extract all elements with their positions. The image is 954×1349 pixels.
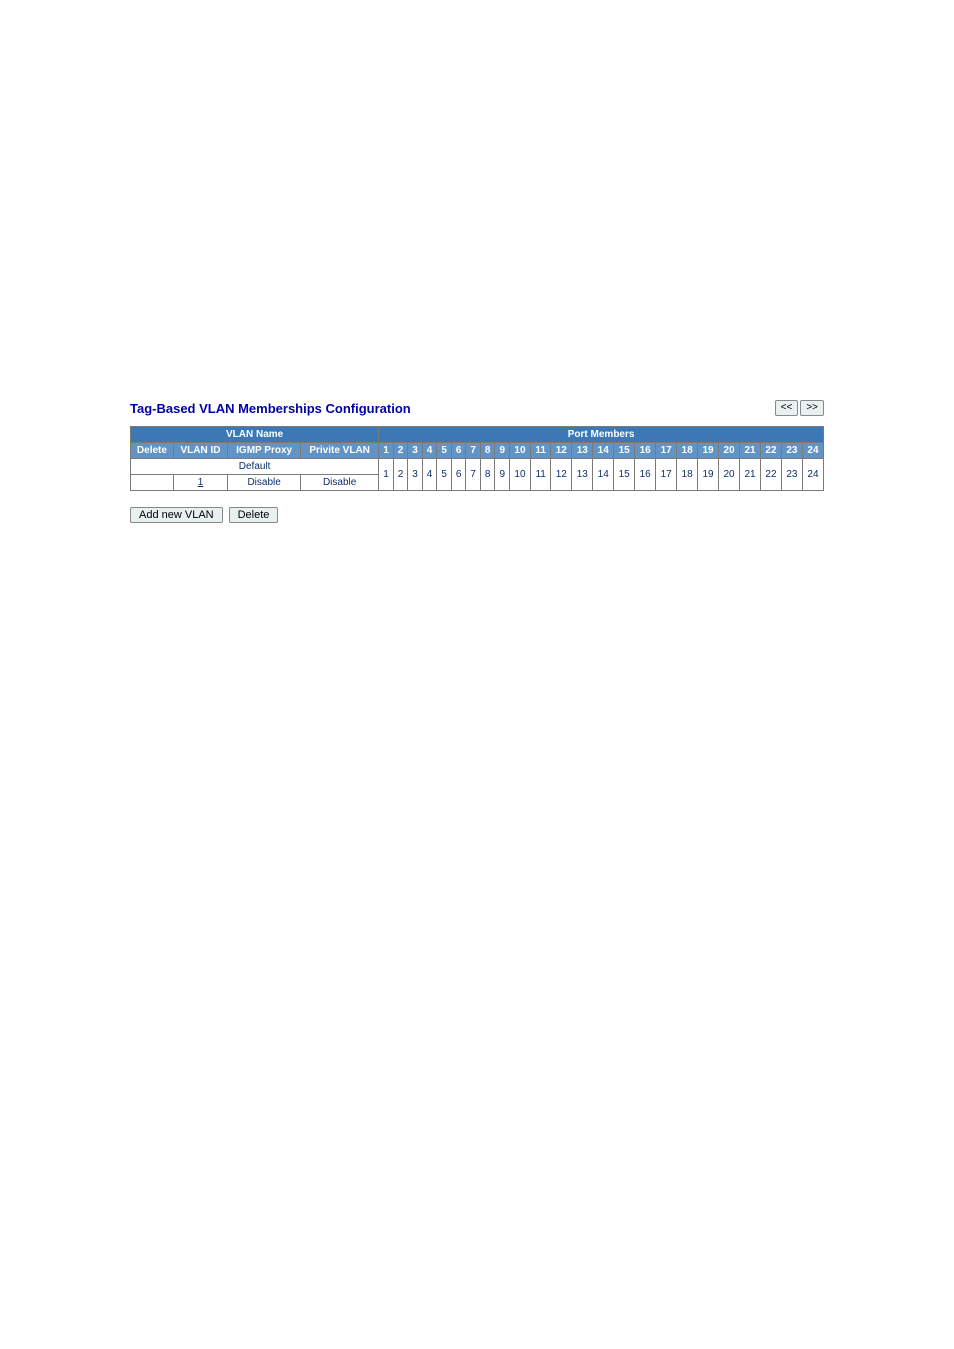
igmp-proxy-cell: Disable — [228, 475, 301, 491]
bottom-button-group: Add new VLAN Delete — [130, 507, 824, 523]
port-header-18: 18 — [677, 443, 698, 459]
add-new-vlan-button[interactable]: Add new VLAN — [130, 507, 223, 523]
port-member-3: 3 — [408, 459, 423, 491]
port-member-21: 21 — [740, 459, 761, 491]
port-header-22: 22 — [760, 443, 781, 459]
port-member-12: 12 — [551, 459, 572, 491]
vlan-name-cell: Default — [131, 459, 379, 475]
port-member-18: 18 — [677, 459, 698, 491]
port-member-14: 14 — [593, 459, 614, 491]
port-member-23: 23 — [781, 459, 802, 491]
port-member-15: 15 — [614, 459, 635, 491]
port-header-17: 17 — [656, 443, 677, 459]
port-header-1: 1 — [379, 443, 394, 459]
port-member-24: 24 — [802, 459, 823, 491]
port-header-4: 4 — [422, 443, 437, 459]
port-header-14: 14 — [593, 443, 614, 459]
port-member-10: 10 — [510, 459, 531, 491]
vlan-id-link[interactable]: 1 — [198, 477, 204, 488]
port-header-7: 7 — [466, 443, 481, 459]
port-header-13: 13 — [572, 443, 593, 459]
port-header-20: 20 — [719, 443, 740, 459]
port-header-6: 6 — [451, 443, 466, 459]
port-member-19: 19 — [698, 459, 719, 491]
header-vlan-name-group: VLAN Name — [131, 427, 379, 443]
header-port-members-group: Port Members — [379, 427, 824, 443]
port-header-21: 21 — [740, 443, 761, 459]
delete-cell[interactable] — [131, 475, 174, 491]
page-title: Tag-Based VLAN Memberships Configuration — [130, 401, 411, 416]
vlan-table: VLAN Name Port Members Delete VLAN ID IG… — [130, 426, 824, 491]
port-header-16: 16 — [635, 443, 656, 459]
nav-button-group: << >> — [775, 400, 824, 416]
port-member-16: 16 — [635, 459, 656, 491]
port-member-6: 6 — [451, 459, 466, 491]
port-header-2: 2 — [393, 443, 408, 459]
port-member-8: 8 — [480, 459, 495, 491]
port-member-11: 11 — [530, 459, 550, 491]
port-member-7: 7 — [466, 459, 481, 491]
private-vlan-cell: Disable — [301, 475, 379, 491]
delete-button[interactable]: Delete — [229, 507, 279, 523]
header-igmp-proxy: IGMP Proxy — [228, 443, 301, 459]
port-header-9: 9 — [495, 443, 510, 459]
port-header-5: 5 — [437, 443, 452, 459]
port-header-12: 12 — [551, 443, 572, 459]
port-member-4: 4 — [422, 459, 437, 491]
port-member-22: 22 — [760, 459, 781, 491]
port-member-5: 5 — [437, 459, 452, 491]
header-vlan-id: VLAN ID — [173, 443, 227, 459]
next-button[interactable]: >> — [800, 400, 824, 416]
port-header-23: 23 — [781, 443, 802, 459]
port-member-9: 9 — [495, 459, 510, 491]
header-private-vlan: Privite VLAN — [301, 443, 379, 459]
port-member-20: 20 — [719, 459, 740, 491]
vlan-id-cell[interactable]: 1 — [173, 475, 227, 491]
port-header-11: 11 — [530, 443, 550, 459]
port-header-15: 15 — [614, 443, 635, 459]
port-member-2: 2 — [393, 459, 408, 491]
prev-button[interactable]: << — [775, 400, 799, 416]
port-member-13: 13 — [572, 459, 593, 491]
port-header-8: 8 — [480, 443, 495, 459]
port-member-1: 1 — [379, 459, 394, 491]
port-header-10: 10 — [510, 443, 531, 459]
port-header-19: 19 — [698, 443, 719, 459]
port-header-24: 24 — [802, 443, 823, 459]
port-header-3: 3 — [408, 443, 423, 459]
header-delete: Delete — [131, 443, 174, 459]
port-member-17: 17 — [656, 459, 677, 491]
